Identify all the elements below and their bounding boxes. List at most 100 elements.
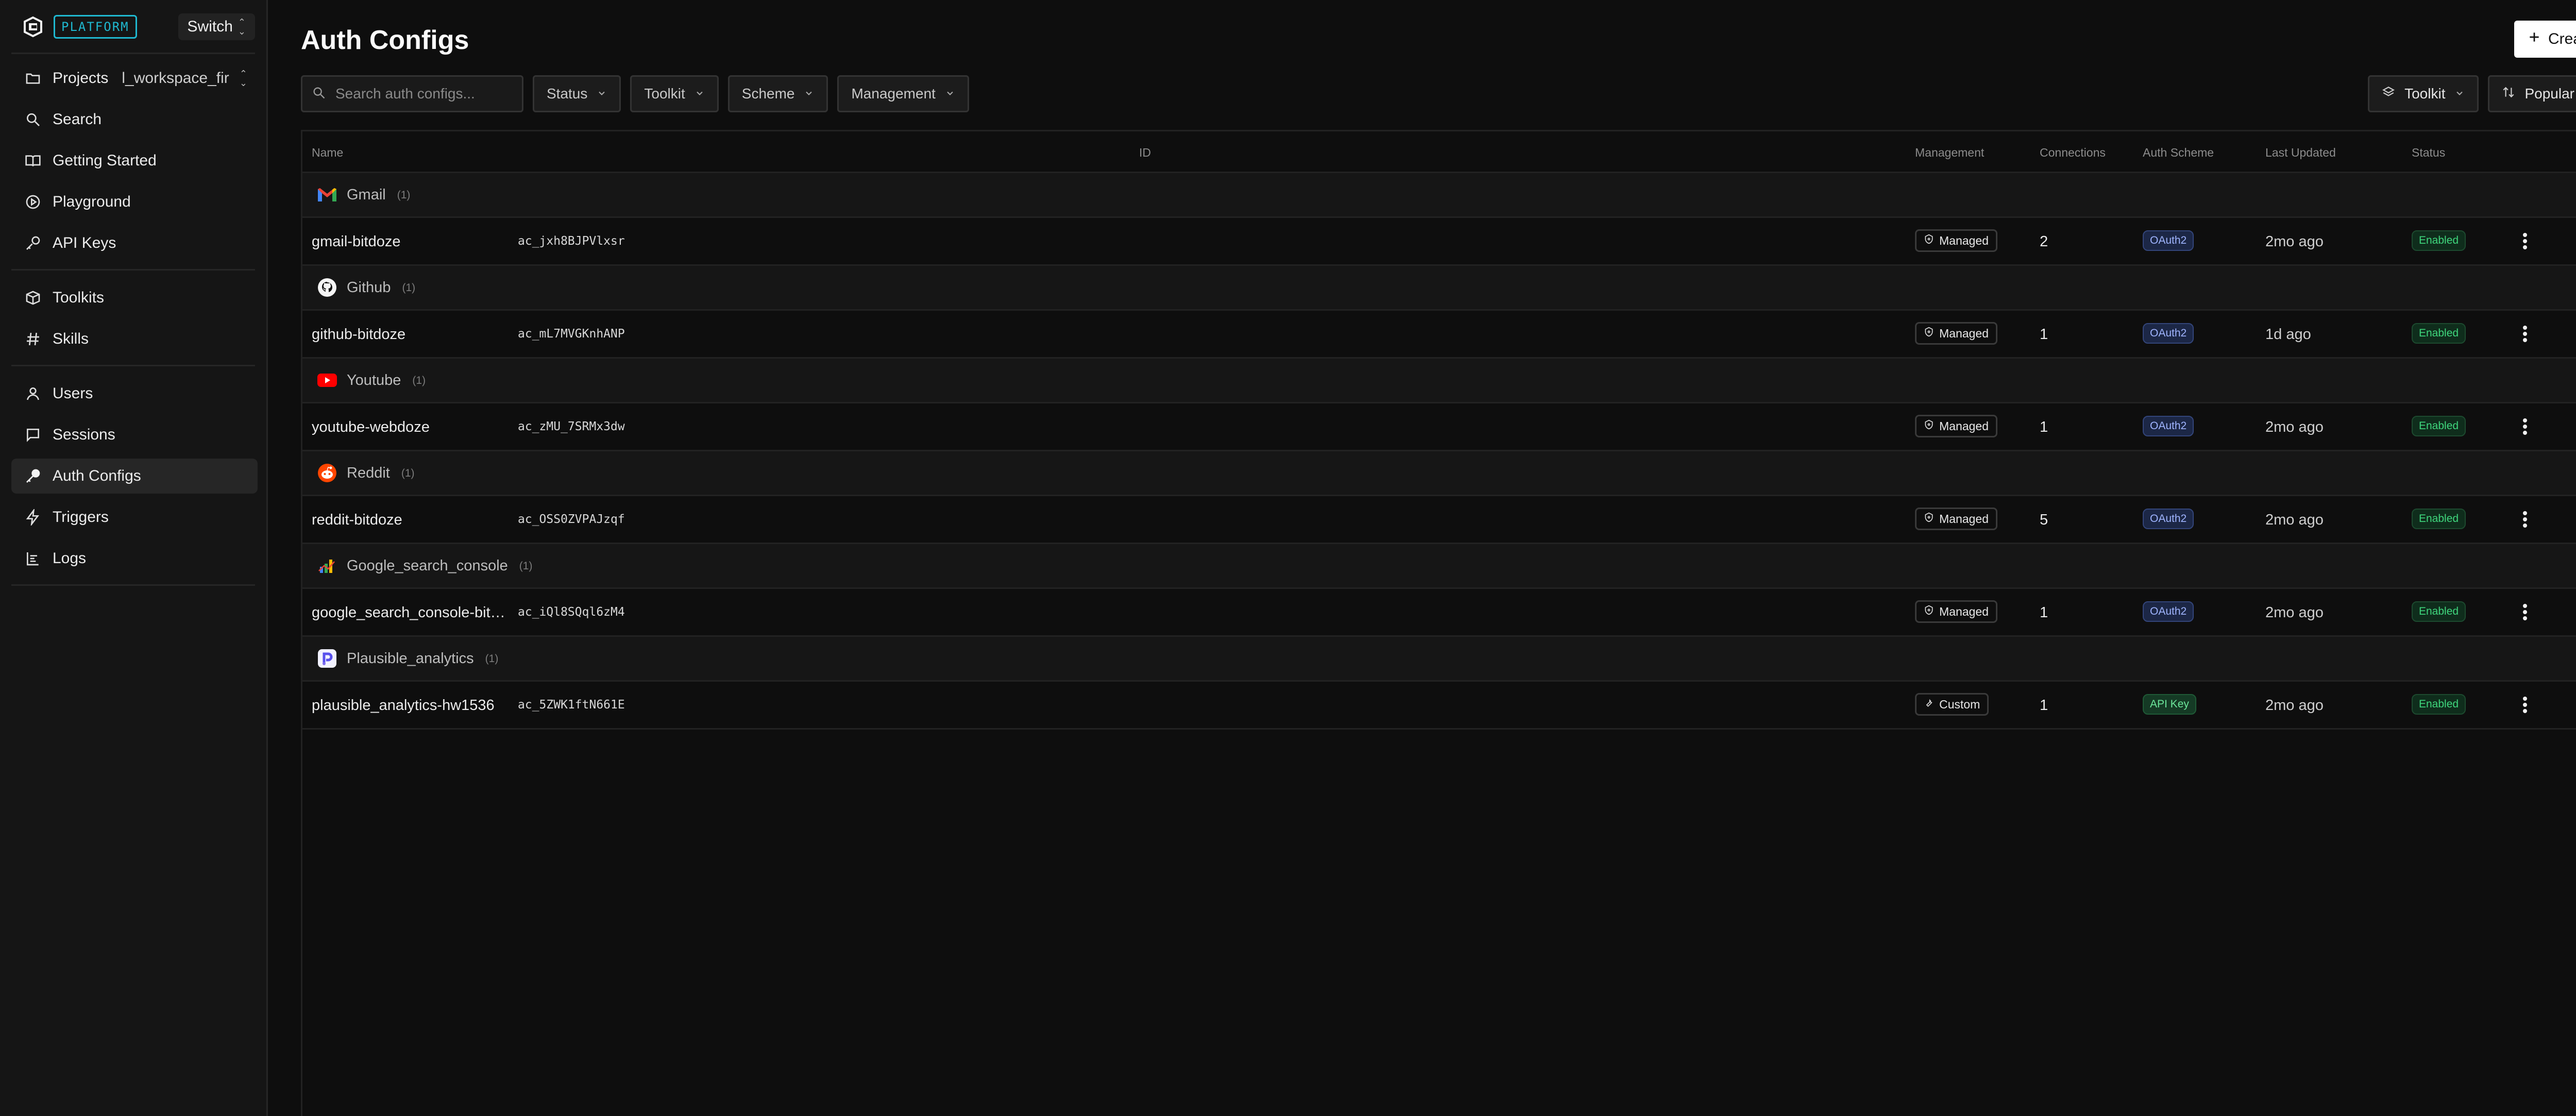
connections-count: 2 [2040,233,2048,250]
config-name[interactable]: google_search_console-bit… [312,604,507,621]
sidebar-item-label: Skills [53,330,89,347]
sidebar-item-triggers[interactable]: Triggers [11,500,258,535]
table-row[interactable]: github-bitdoze ac_mL7MVGKnhANP Managed 1… [302,311,2576,359]
auth-scheme-badge: OAuth2 [2143,416,2194,436]
divider [11,53,255,54]
project-selector[interactable]: Projects l_workspace_fir ⌃ ⌄ [11,61,258,96]
folder-icon [24,69,42,88]
management-filter[interactable]: Management [837,75,969,112]
last-updated: 2mo ago [2265,604,2324,621]
sidebar-item-logs[interactable]: Logs [11,541,258,576]
divider [11,365,255,366]
group-header-gmail[interactable]: Gmail (1) [302,173,2576,218]
more-vertical-icon[interactable] [2515,228,2535,254]
sidebar-item-search[interactable]: Search [11,102,258,137]
config-name[interactable]: youtube-webdoze [312,419,507,436]
config-name[interactable]: reddit-bitdoze [312,512,507,529]
sidebar-item-skills[interactable]: Skills [11,322,258,357]
group-label: Reddit (1) [347,465,415,482]
shield-icon [1924,419,1934,433]
sidebar-item-toolkits[interactable]: Toolkits [11,280,258,315]
connections-count: 1 [2040,604,2048,621]
table-row[interactable]: gmail-bitdoze ac_jxh8BJPVlxsr Managed 2 … [302,218,2576,266]
group-header-reddit[interactable]: Reddit (1) [302,451,2576,496]
user-icon [24,384,42,403]
table-row[interactable]: reddit-bitdoze ac_OSS0ZVPAJzqf Managed 5… [302,496,2576,544]
wrench-icon [1924,697,1934,712]
group-header-plausible-analytics[interactable]: Plausible_analytics (1) [302,637,2576,682]
column-header-management: Management [1915,146,1985,159]
group-count: (1) [402,282,416,294]
scheme-filter[interactable]: Scheme [727,75,828,112]
management-label: Managed [1939,419,1989,433]
chevron-down-icon [804,86,814,102]
more-vertical-icon[interactable] [2515,506,2535,532]
more-vertical-icon[interactable] [2515,321,2535,347]
sort-label: Popular [2524,86,2574,102]
group-header-github[interactable]: Github (1) [302,266,2576,311]
sidebar-item-getting-started[interactable]: Getting Started [11,143,258,178]
auth-scheme-badge: OAuth2 [2143,323,2194,344]
sidebar-item-auth-configs[interactable]: Auth Configs [11,459,258,494]
sidebar-item-sessions[interactable]: Sessions [11,417,258,452]
sidebar-item-label: API Keys [53,234,116,251]
search-field[interactable] [301,75,523,112]
auth-scheme-badge: OAuth2 [2143,601,2194,622]
group-by-button[interactable]: Toolkit [2368,75,2479,112]
config-name[interactable]: github-bitdoze [312,326,507,343]
switch-button[interactable]: Switch ⌃ ⌄ [178,13,255,40]
github-icon [316,276,338,299]
shield-icon [1924,512,1934,526]
more-vertical-icon[interactable] [2515,692,2535,718]
group-name: Plausible_analytics [347,650,474,667]
shield-icon [1924,604,1934,619]
switch-label: Switch [187,18,233,35]
management-label: Managed [1939,512,1989,526]
sidebar: PLATFORM Switch ⌃ ⌄ Projects l_workspace_… [0,0,268,1116]
group-count: (1) [401,467,415,479]
group-label: Plausible_analytics (1) [347,650,498,667]
youtube-icon [316,369,338,392]
table-row[interactable]: google_search_console-bit… ac_iQl8SQql6z… [302,589,2576,637]
plus-icon [2528,30,2541,48]
sort-button[interactable]: Popular [2488,75,2576,112]
table-row[interactable]: youtube-webdoze ac_zMU_7SRMx3dw Managed … [302,403,2576,451]
more-vertical-icon[interactable] [2515,414,2535,439]
status-badge: Enabled [2412,509,2466,529]
sidebar-item-label: Playground [53,193,131,210]
sidebar-item-label: Search [53,111,102,128]
search-input[interactable] [334,85,512,103]
group-count: (1) [412,375,426,386]
sidebar-item-playground[interactable]: Playground [11,184,258,219]
chevron-down-icon [597,86,607,102]
management-badge: Managed [1915,415,1997,437]
layers-icon [2382,86,2395,103]
config-id: ac_OSS0ZVPAJzqf [518,513,625,526]
group-name: Gmail [347,187,386,203]
config-name[interactable]: gmail-bitdoze [312,233,507,250]
shield-icon [1924,326,1934,341]
sidebar-item-label: Auth Configs [53,467,141,484]
connections-count: 1 [2040,326,2048,343]
page-title: Auth Configs [301,25,469,55]
management-badge: Managed [1915,508,1997,530]
sidebar-item-label: Getting Started [53,152,157,169]
brand-logo-icon[interactable] [21,14,45,39]
config-id: ac_zMU_7SRMx3dw [518,420,625,433]
hash-icon [24,330,42,348]
group-header-youtube[interactable]: Youtube (1) [302,359,2576,403]
table-row[interactable]: plausible_analytics-hw1536 ac_5ZWK1ftN66… [302,682,2576,730]
sidebar-item-api-keys[interactable]: API Keys [11,226,258,261]
toolkit-filter[interactable]: Toolkit [630,75,719,112]
more-vertical-icon[interactable] [2515,599,2535,625]
group-label: Google_search_console (1) [347,557,532,574]
sidebar-item-label: Sessions [53,426,115,443]
config-name[interactable]: plausible_analytics-hw1536 [312,697,507,714]
create-button[interactable]: Create [2514,21,2576,58]
group-header-google-search-console[interactable]: Google_search_console (1) [302,544,2576,589]
key-icon [24,234,42,252]
divider [11,269,255,270]
sidebar-item-users[interactable]: Users [11,376,258,411]
chevron-down-icon [945,86,955,102]
status-filter[interactable]: Status [533,75,621,112]
